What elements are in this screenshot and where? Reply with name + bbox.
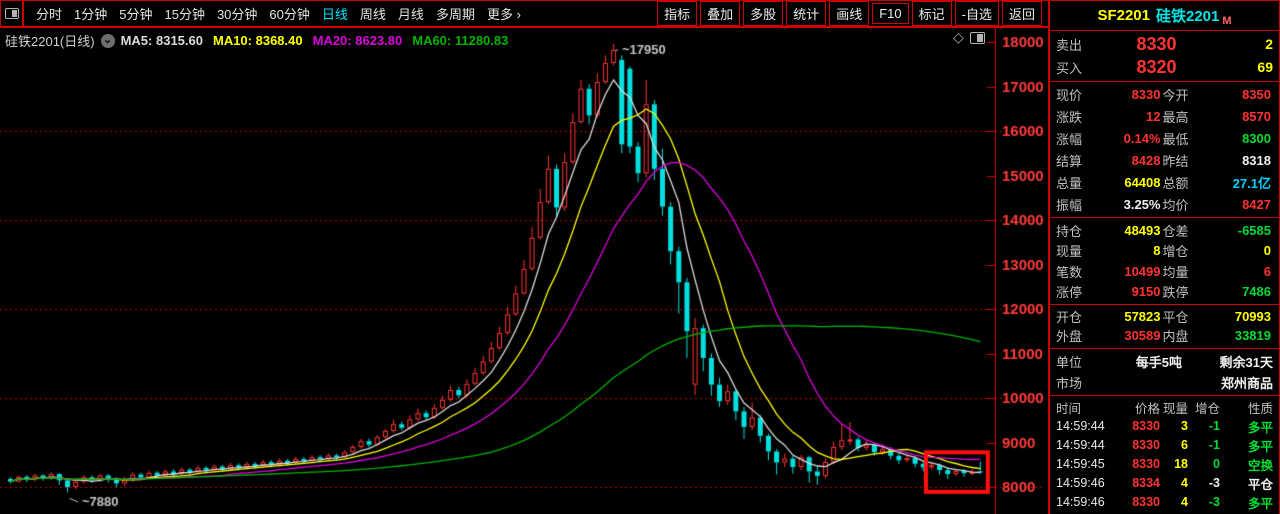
contract-badge: M bbox=[1222, 15, 1231, 30]
ma-values: MA5: 8315.60 MA10: 8368.40 MA20: 8623.80 MA… bbox=[121, 33, 519, 48]
market-label: 市场 bbox=[1056, 373, 1090, 392]
position-row: 持仓48493仓差-6585 bbox=[1056, 220, 1273, 240]
period-menu: 分时1分钟5分钟15分钟30分钟60分钟日线周线月线多周期更多 › bbox=[30, 1, 527, 26]
contract-header: SF2201 硅铁2201 M bbox=[1050, 1, 1279, 31]
chart-legend: 硅铁2201(日线) ⌄ MA5: 8315.60MA10: 8368.40MA… bbox=[5, 31, 518, 50]
flow-row: 开仓57823平仓70993 bbox=[1056, 307, 1273, 326]
tick-row: 14:59:4483306-1多平 bbox=[1056, 436, 1273, 455]
trading-app: 分时1分钟5分钟15分钟30分钟60分钟日线周线月线多周期更多 › 指标叠加多股… bbox=[0, 0, 1280, 514]
split-view-icon[interactable] bbox=[970, 32, 985, 44]
tick-table: 时间价格现量增仓性质14:59:4483303-1多平14:59:4483306… bbox=[1050, 396, 1279, 514]
days-remaining: 剩余31天 bbox=[1182, 352, 1273, 371]
contract-name: 硅铁2201 bbox=[1156, 5, 1219, 26]
btn-statistics[interactable]: 统计 bbox=[786, 1, 826, 26]
chart-corner-tools: ◇ bbox=[953, 29, 985, 46]
ma20-value: MA20: 8623.80 bbox=[313, 33, 403, 48]
menu-weekly[interactable]: 周线 bbox=[354, 1, 392, 26]
menu-15min[interactable]: 15分钟 bbox=[158, 1, 210, 26]
quote-row: 总量64408总额27.1亿 bbox=[1056, 171, 1273, 193]
candlestick-chart[interactable] bbox=[0, 28, 1048, 514]
menu-daily[interactable]: 日线 bbox=[316, 1, 354, 26]
menu-more[interactable]: 更多 › bbox=[481, 1, 527, 26]
btn-f10[interactable]: F10 bbox=[872, 3, 908, 24]
btn-multi-stock[interactable]: 多股 bbox=[743, 1, 783, 26]
ask-label: 卖出 bbox=[1056, 35, 1092, 54]
position-row: 现量8增仓0 bbox=[1056, 241, 1273, 261]
ask-price: 8330 bbox=[1092, 34, 1221, 55]
btn-back[interactable]: 返回 bbox=[1002, 1, 1042, 26]
unit-label: 单位 bbox=[1056, 352, 1090, 371]
position-row: 涨停9150跌停7486 bbox=[1056, 282, 1273, 302]
flow-row: 外盘30589内盘33819 bbox=[1056, 326, 1273, 345]
quote-row: 涨跌12最高8570 bbox=[1056, 106, 1273, 128]
contract-code: SF2201 bbox=[1097, 7, 1150, 24]
tick-table-header: 时间价格现量增仓性质 bbox=[1056, 398, 1273, 417]
bid-qty: 69 bbox=[1221, 59, 1273, 75]
collapse-legend-icon[interactable]: ⌄ bbox=[101, 34, 115, 48]
quote-row: 现价8330今开8350 bbox=[1056, 84, 1273, 106]
btn-mark[interactable]: 标记 bbox=[912, 1, 952, 26]
ask-qty: 2 bbox=[1221, 36, 1273, 52]
split-window-icon bbox=[5, 8, 19, 19]
menu-multi-period[interactable]: 多周期 bbox=[430, 1, 481, 26]
quote-row: 振幅3.25%均价8427 bbox=[1056, 193, 1273, 215]
btn-overlay[interactable]: 叠加 bbox=[700, 1, 740, 26]
position-stats: 持仓48493仓差-6585现量8增仓0笔数10499均量6涨停9150跌停74… bbox=[1050, 218, 1279, 305]
menu-30min[interactable]: 30分钟 bbox=[211, 1, 263, 26]
tick-row: 14:59:4683344-3平仓 bbox=[1056, 474, 1273, 493]
menu-5min[interactable]: 5分钟 bbox=[113, 1, 158, 26]
layout-toggle-button[interactable] bbox=[1, 1, 24, 26]
unit-value: 每手5吨 bbox=[1090, 352, 1182, 371]
position-row: 笔数10499均量6 bbox=[1056, 261, 1273, 281]
ma5-value: MA5: 8315.60 bbox=[121, 33, 203, 48]
chart-title: 硅铁2201(日线) bbox=[5, 31, 95, 50]
bid-row[interactable]: 买入 8320 69 bbox=[1056, 57, 1273, 78]
btn-draw-line[interactable]: 画线 bbox=[829, 1, 869, 26]
bid-price: 8320 bbox=[1092, 57, 1221, 78]
tick-row: 14:59:458330180空换 bbox=[1056, 455, 1273, 474]
diamond-marker-icon[interactable]: ◇ bbox=[953, 29, 964, 46]
quote-row: 结算8428昨结8318 bbox=[1056, 150, 1273, 172]
tick-row: 14:59:4683304-3多平 bbox=[1056, 493, 1273, 512]
menu-timeshare[interactable]: 分时 bbox=[30, 1, 68, 26]
open-close-stats: 开仓57823平仓70993外盘30589内盘33819 bbox=[1050, 305, 1279, 348]
quote-panel: SF2201 硅铁2201 M 卖出 8330 2 买入 8320 69 现价8… bbox=[1048, 0, 1280, 514]
quote-row: 涨幅0.14%最低8300 bbox=[1056, 128, 1273, 150]
market-value: 郑州商品 bbox=[1182, 373, 1273, 392]
top-toolbar: 分时1分钟5分钟15分钟30分钟60分钟日线周线月线多周期更多 › 指标叠加多股… bbox=[0, 0, 1048, 28]
btn-remove-watchlist[interactable]: -自选 bbox=[955, 1, 999, 26]
bid-ask-block: 卖出 8330 2 买入 8320 69 bbox=[1050, 31, 1279, 82]
tick-row: 14:59:4483303-1多平 bbox=[1056, 417, 1273, 436]
menu-1min[interactable]: 1分钟 bbox=[68, 1, 113, 26]
toolbar-buttons: 指标叠加多股统计画线F10标记-自选返回 bbox=[654, 1, 1042, 26]
ma10-value: MA10: 8368.40 bbox=[213, 33, 303, 48]
menu-60min[interactable]: 60分钟 bbox=[263, 1, 315, 26]
bid-label: 买入 bbox=[1056, 58, 1092, 77]
quote-stats: 现价8330今开8350涨跌12最高8570涨幅0.14%最低8300结算842… bbox=[1050, 82, 1279, 218]
menu-monthly[interactable]: 月线 bbox=[392, 1, 430, 26]
contract-info: 单位 每手5吨 剩余31天 市场 郑州商品 bbox=[1050, 349, 1279, 396]
ma60-value: MA60: 11280.83 bbox=[412, 33, 508, 48]
ask-row[interactable]: 卖出 8330 2 bbox=[1056, 34, 1273, 55]
btn-indicator[interactable]: 指标 bbox=[657, 1, 697, 26]
